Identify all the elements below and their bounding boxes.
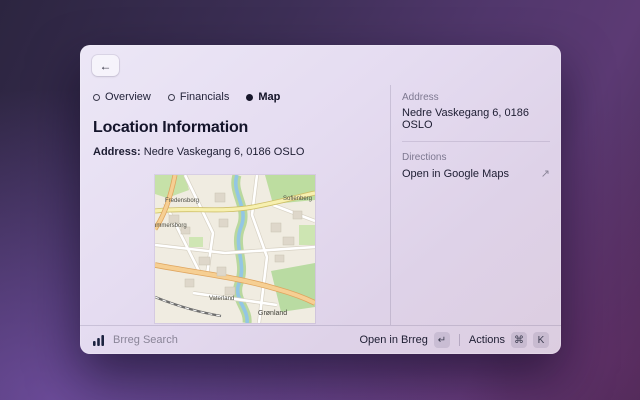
tab-map[interactable]: Map bbox=[246, 91, 280, 103]
map-container: Fredensborg Sofienberg ummersborg Vaterl… bbox=[155, 175, 315, 323]
panel-address-label: Address bbox=[402, 92, 550, 103]
panel-directions-label: Directions bbox=[402, 152, 550, 163]
app-window: ← Overview Financials Map Location Infor… bbox=[80, 45, 561, 354]
panel-address-value: Nedre Vaskegang 6, 0186 OSLO bbox=[402, 107, 550, 131]
open-google-maps-link[interactable]: Open in Google Maps ↗ bbox=[402, 167, 550, 180]
k-key-icon: K bbox=[533, 332, 549, 348]
tab-label: Map bbox=[258, 91, 280, 103]
map-label: Grønland bbox=[258, 310, 287, 317]
radio-unselected-icon bbox=[93, 94, 100, 101]
radio-selected-icon bbox=[246, 94, 253, 101]
back-icon: ← bbox=[100, 59, 112, 73]
map-label: ummersborg bbox=[155, 223, 187, 229]
directions-value: Open in Google Maps bbox=[402, 168, 509, 180]
back-button[interactable]: ← bbox=[92, 55, 119, 76]
footer-actions: Open in Brreg ↵ Actions ⌘ K bbox=[359, 332, 549, 348]
footer-bar: Brreg Search Open in Brreg ↵ Actions ⌘ K bbox=[80, 325, 561, 354]
tab-bar: Overview Financials Map bbox=[93, 91, 280, 103]
panel-divider bbox=[390, 85, 391, 325]
map-label: Sofienberg bbox=[283, 196, 312, 202]
cmd-key-icon: ⌘ bbox=[511, 332, 527, 348]
external-link-icon: ↗ bbox=[541, 167, 550, 180]
address-line: Address: Nedre Vaskegang 6, 0186 OSLO bbox=[93, 146, 304, 158]
radio-unselected-icon bbox=[168, 94, 175, 101]
open-in-brreg-button[interactable]: Open in Brreg bbox=[359, 334, 427, 346]
search-input[interactable]: Brreg Search bbox=[113, 334, 178, 346]
tab-financials[interactable]: Financials bbox=[168, 91, 230, 103]
brreg-logo-icon bbox=[92, 334, 105, 347]
actions-button[interactable]: Actions bbox=[469, 334, 505, 346]
panel-section-divider bbox=[402, 141, 550, 142]
return-key-icon: ↵ bbox=[434, 332, 450, 348]
detail-panel: Address Nedre Vaskegang 6, 0186 OSLO Dir… bbox=[402, 92, 550, 180]
page-title: Location Information bbox=[93, 119, 248, 137]
map-image: Fredensborg Sofienberg ummersborg Vaterl… bbox=[155, 175, 315, 323]
footer-actions-divider bbox=[459, 334, 460, 346]
address-label: Address: bbox=[93, 146, 141, 158]
tab-overview[interactable]: Overview bbox=[93, 91, 151, 103]
map-label: Fredensborg bbox=[165, 198, 199, 204]
tab-label: Overview bbox=[105, 91, 151, 103]
address-value: Nedre Vaskegang 6, 0186 OSLO bbox=[144, 146, 305, 158]
tab-label: Financials bbox=[180, 91, 230, 103]
map-label: Vaterland bbox=[209, 296, 234, 302]
